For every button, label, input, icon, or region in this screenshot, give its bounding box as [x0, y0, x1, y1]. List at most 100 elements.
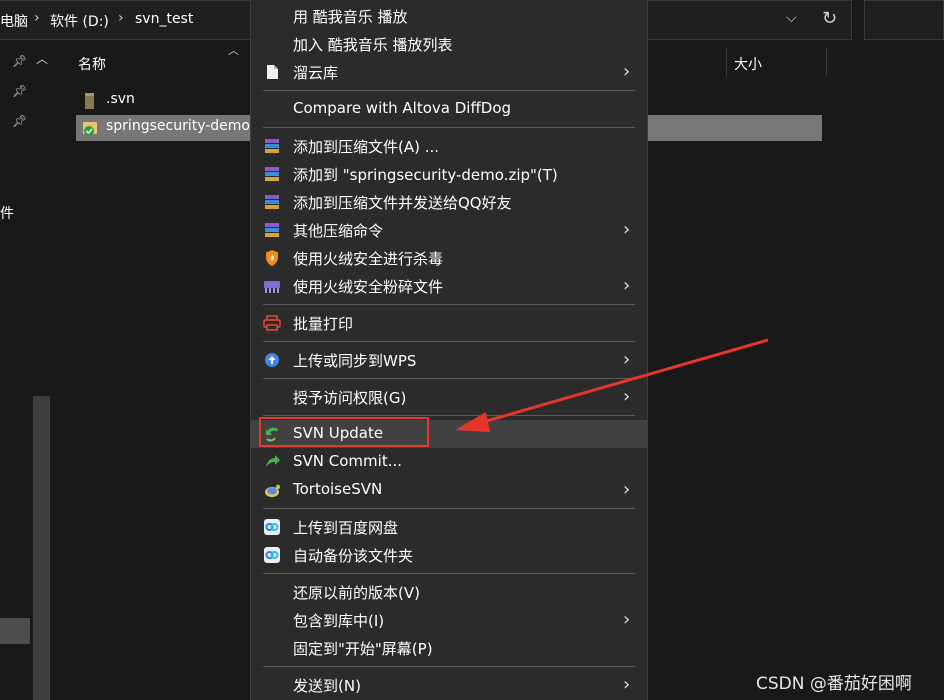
menu-item-label: 其他压缩命令 — [293, 222, 384, 240]
breadcrumb-separator-icon[interactable]: › — [118, 10, 124, 26]
menu-item-label: 上传到百度网盘 — [293, 519, 399, 537]
pin-icon[interactable]: 📌︎ — [12, 114, 28, 130]
menu-item-label: 添加到压缩文件(A) ... — [293, 138, 440, 156]
annotation-highlight-box — [259, 417, 429, 447]
tortoisesvn-icon — [263, 481, 281, 499]
navigation-pane: ︿ 📌︎ 📌︎ 📌︎ 件 — [0, 40, 52, 700]
menu-item-label: 上传或同步到WPS — [293, 352, 417, 370]
file-name: springsecurity-demo — [106, 118, 250, 134]
menu-item-grant-access[interactable]: 授予访问权限(G) › — [251, 383, 647, 411]
pin-icon[interactable]: 📌︎ — [12, 84, 28, 100]
menu-item-archive-send-qq[interactable]: 添加到压缩文件并发送给QQ好友 — [251, 188, 647, 216]
menu-item-label: 发送到(N) — [293, 677, 361, 695]
menu-item-svn-commit[interactable]: SVN Commit... — [251, 448, 647, 476]
menu-item-batch-print[interactable]: 批量打印 — [251, 309, 647, 337]
menu-item-altova-diffdog[interactable]: Compare with Altova DiffDog — [251, 95, 647, 123]
menu-item-huorong-shred[interactable]: 使用火绒安全粉碎文件 › — [251, 272, 647, 300]
menu-item-label: TortoiseSVN — [293, 480, 383, 498]
submenu-arrow-icon: › — [623, 386, 631, 407]
menu-item-liuyunku[interactable]: 溜云库 › — [251, 58, 647, 86]
menu-separator — [263, 508, 635, 509]
menu-item-label: SVN Commit... — [293, 452, 402, 470]
pin-icon[interactable]: 📌︎ — [12, 54, 28, 70]
context-menu: 用 酷我音乐 播放 加入 酷我音乐 播放列表 溜云库 › Compare wit… — [250, 0, 648, 700]
menu-item-wps-upload[interactable]: 上传或同步到WPS › — [251, 346, 647, 374]
menu-item-tortoisesvn[interactable]: TortoiseSVN › — [251, 476, 647, 504]
archive-icon — [263, 193, 281, 211]
menu-item-kuwo-add-playlist[interactable]: 加入 酷我音乐 播放列表 — [251, 30, 647, 58]
menu-item-pin-to-start[interactable]: 固定到"开始"屏幕(P) — [251, 634, 647, 662]
menu-item-huorong-scan[interactable]: 使用火绒安全进行杀毒 — [251, 244, 647, 272]
breadcrumb-drive-d[interactable]: 软件 (D:) — [50, 11, 109, 31]
menu-item-send-to[interactable]: 发送到(N) › — [251, 671, 647, 699]
menu-item-label: 还原以前的版本(V) — [293, 584, 420, 602]
menu-separator — [263, 127, 635, 128]
nav-item-selected[interactable] — [0, 618, 30, 644]
document-icon — [263, 63, 281, 81]
nav-scrollbar[interactable] — [33, 396, 50, 700]
menu-item-kuwo-play[interactable]: 用 酷我音乐 播放 — [251, 2, 647, 30]
menu-separator — [263, 304, 635, 305]
refresh-icon[interactable]: ↻ — [822, 8, 837, 29]
menu-separator — [263, 666, 635, 667]
menu-item-label: 固定到"开始"屏幕(P) — [293, 640, 433, 658]
menu-item-label: 批量打印 — [293, 315, 354, 333]
submenu-arrow-icon: › — [623, 61, 631, 82]
menu-item-label: 加入 酷我音乐 播放列表 — [293, 36, 453, 54]
svn-folder-icon — [85, 93, 94, 109]
submenu-arrow-icon: › — [623, 219, 631, 240]
search-input[interactable] — [864, 0, 944, 40]
menu-item-label: 添加到 "springsecurity-demo.zip"(T) — [293, 166, 558, 184]
submenu-arrow-icon: › — [623, 674, 631, 695]
menu-separator — [263, 90, 635, 91]
submenu-arrow-icon: › — [623, 349, 631, 370]
column-divider[interactable] — [826, 48, 827, 76]
svn-versioned-folder-icon — [83, 122, 97, 136]
chevron-up-icon[interactable]: ︿ — [36, 50, 48, 67]
huorong-shield-icon — [263, 249, 281, 267]
chevron-down-icon[interactable]: ⌵ — [786, 10, 797, 26]
menu-item-other-archive-commands[interactable]: 其他压缩命令 › — [251, 216, 647, 244]
breadcrumb-svn-test[interactable]: svn_test — [135, 11, 193, 27]
svn-commit-icon — [263, 453, 281, 471]
watermark: CSDN @番茄好困啊 — [756, 674, 912, 694]
sort-ascending-icon: ︿ — [228, 44, 239, 57]
baidu-netdisk-icon — [263, 518, 281, 536]
menu-item-label: 添加到压缩文件并发送给QQ好友 — [293, 194, 512, 212]
wps-cloud-upload-icon — [263, 351, 281, 369]
breadcrumb-separator-icon[interactable]: › — [34, 10, 40, 26]
menu-item-restore-previous[interactable]: 还原以前的版本(V) — [251, 578, 647, 606]
column-divider[interactable] — [726, 48, 727, 76]
file-row[interactable]: .svn — [76, 88, 276, 114]
menu-item-label: 包含到库中(I) — [293, 612, 385, 630]
submenu-arrow-icon: › — [623, 609, 631, 630]
menu-separator — [263, 341, 635, 342]
menu-item-label: 授予访问权限(G) — [293, 389, 407, 407]
menu-item-label: 自动备份该文件夹 — [293, 547, 414, 565]
column-header-name[interactable]: 名称 — [78, 54, 106, 74]
menu-item-label: 使用火绒安全进行杀毒 — [293, 250, 444, 268]
column-header-size[interactable]: 大小 — [734, 54, 762, 74]
menu-separator — [263, 378, 635, 379]
breadcrumb-this-pc[interactable]: 电脑 — [0, 11, 28, 31]
menu-item-label: 使用火绒安全粉碎文件 — [293, 278, 444, 296]
nav-item-label[interactable]: 件 — [0, 203, 14, 223]
menu-item-label: 溜云库 — [293, 64, 339, 82]
submenu-arrow-icon: › — [623, 479, 631, 500]
submenu-arrow-icon: › — [623, 275, 631, 296]
menu-item-add-to-archive[interactable]: 添加到压缩文件(A) ... — [251, 132, 647, 160]
shredder-icon — [263, 277, 281, 295]
menu-item-auto-backup[interactable]: 自动备份该文件夹 — [251, 541, 647, 569]
archive-icon — [263, 165, 281, 183]
menu-item-label: 用 酷我音乐 播放 — [293, 8, 408, 26]
menu-item-baidu-upload[interactable]: 上传到百度网盘 — [251, 513, 647, 541]
archive-icon — [263, 221, 281, 239]
baidu-netdisk-icon — [263, 546, 281, 564]
menu-separator — [263, 415, 635, 416]
printer-icon — [263, 314, 281, 332]
menu-item-label: Compare with Altova DiffDog — [293, 99, 512, 117]
archive-icon — [263, 137, 281, 155]
menu-item-include-in-library[interactable]: 包含到库中(I) › — [251, 606, 647, 634]
menu-item-add-to-zip[interactable]: 添加到 "springsecurity-demo.zip"(T) — [251, 160, 647, 188]
file-name: .svn — [106, 91, 135, 107]
